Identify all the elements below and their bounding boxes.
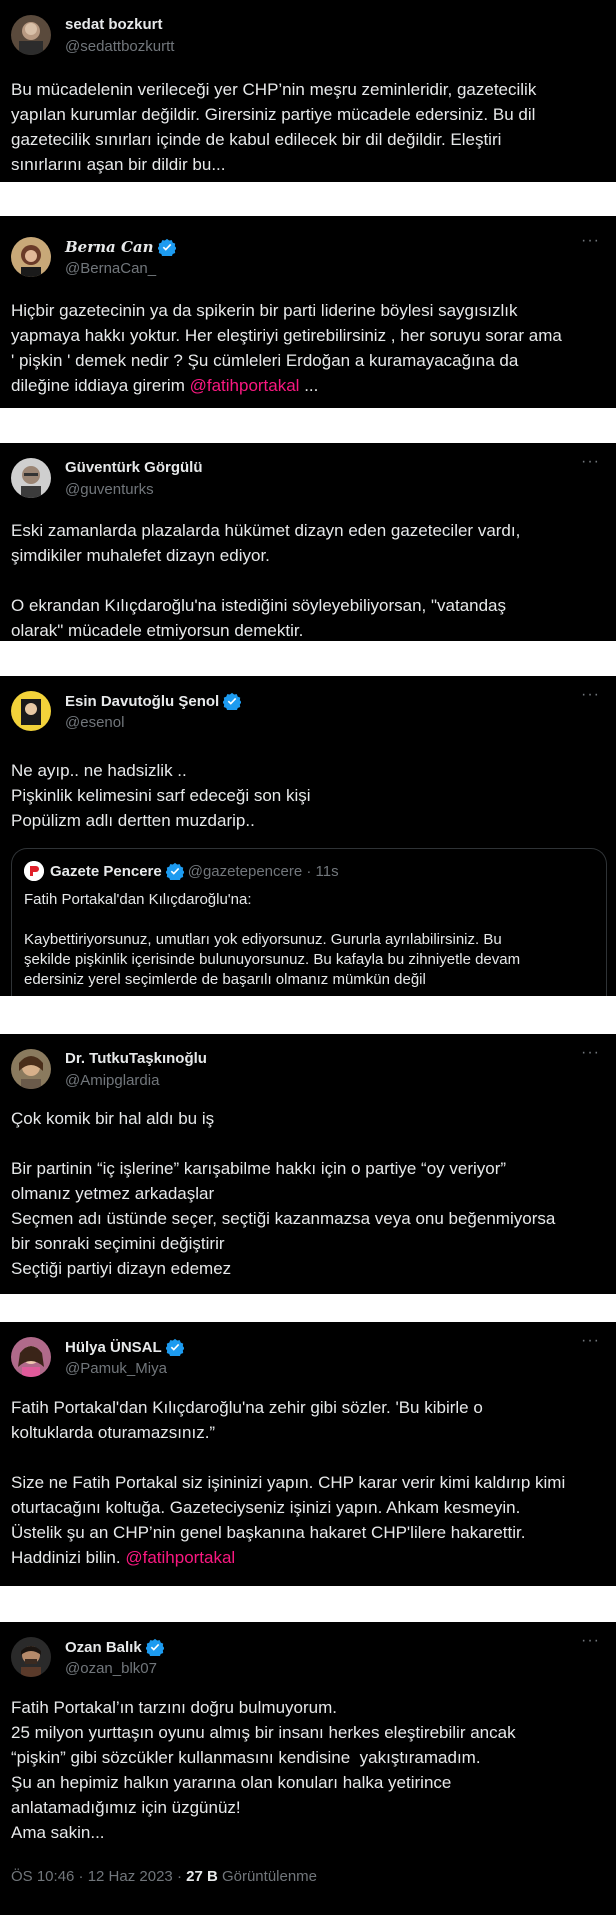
verified-badge-icon [165, 1338, 184, 1356]
mention-link[interactable]: @fatihportakal [125, 1548, 235, 1567]
avatar[interactable] [11, 237, 51, 277]
tweet-text: Eski zamanlarda plazalarda hükümet dizay… [11, 521, 521, 640]
tweet-card[interactable]: Ozan Balık @ozan_blk07 ··· Fatih Portaka… [0, 1622, 616, 1915]
view-count-label: Görüntülenme [217, 1868, 318, 1885]
more-options-icon[interactable]: ··· [581, 1632, 600, 1650]
author-name[interactable]: Güventürk Görgülü [65, 459, 203, 476]
tweet-card[interactable]: Dr. TutkuTaşkınoğlu @Amipglardia ··· Çok… [0, 1034, 616, 1294]
more-options-icon[interactable]: ··· [581, 686, 600, 704]
quoted-tweet-header: Gazete Pencere @gazetepencere · 11s [24, 861, 339, 881]
view-count: 27 B [186, 1868, 218, 1885]
author-handle[interactable]: @Amipglardia [65, 1072, 159, 1089]
author-name[interactable]: Ozan Balık [65, 1638, 164, 1656]
author-name[interactable]: Esin Davutoğlu Şenol [65, 692, 242, 710]
more-options-icon[interactable]: ··· [581, 453, 600, 471]
tweet-card[interactable]: Hülya ÜNSAL @Pamuk_Miya ··· Fatih Portak… [0, 1322, 616, 1586]
author-name[interactable]: Hülya ÜNSAL [65, 1338, 184, 1356]
quoted-author-handle[interactable]: @gazetepencere · 11s [188, 863, 339, 880]
quoted-tweet[interactable]: Gazete Pencere @gazetepencere · 11s Fati… [11, 848, 607, 996]
verified-badge-icon [165, 862, 184, 880]
tweet-card[interactable]: sedat bozkurt @sedattbozkurtt Bu mücadel… [0, 0, 616, 182]
tweet-text: Ne ayıp.. ne hadsizlik .. Pişkinlik keli… [11, 761, 311, 830]
tweet-timestamp[interactable]: ÖS 10:46 · 12 Haz 2023 · [11, 1868, 186, 1885]
author-handle[interactable]: @esenol [65, 714, 124, 731]
avatar[interactable] [11, 15, 51, 55]
gazete-pencere-logo-icon [24, 861, 44, 881]
author-name[interactable]: Dr. TutkuTaşkınoğlu [65, 1050, 207, 1067]
avatar[interactable] [11, 1337, 51, 1377]
author-name[interactable]: sedat bozkurt [65, 16, 163, 33]
author-handle[interactable]: @guventurks [65, 481, 154, 498]
author-handle[interactable]: @ozan_blk07 [65, 1660, 157, 1677]
verified-badge-icon [157, 238, 176, 256]
verified-badge-icon [145, 1638, 164, 1656]
avatar[interactable] [11, 691, 51, 731]
avatar[interactable] [11, 458, 51, 498]
mention-link[interactable]: @fatihportakal [190, 376, 300, 395]
author-handle[interactable]: @sedattbozkurtt [65, 38, 174, 55]
avatar[interactable] [11, 1049, 51, 1089]
avatar[interactable] [11, 1637, 51, 1677]
tweet-meta: ÖS 10:46 · 12 Haz 2023 · 27 B Görüntülen… [11, 1868, 317, 1885]
tweet-card[interactable]: Esin Davutoğlu Şenol @esenol ··· Ne ayıp… [0, 676, 616, 996]
author-handle[interactable]: @Pamuk_Miya [65, 1360, 167, 1377]
tweet-text: Bu mücadelenin verileceği yer CHP’nin me… [11, 80, 537, 174]
author-name[interactable]: Berna Can [65, 238, 176, 256]
tweet-card[interactable]: Berna Can @BernaCan_ ··· Hiçbir gazeteci… [0, 216, 616, 408]
quoted-author-name[interactable]: Gazete Pencere [50, 863, 162, 880]
tweet-card[interactable]: Güventürk Görgülü @guventurks ··· Eski z… [0, 443, 616, 641]
tweet-text: Hiçbir gazetecinin ya da spikerin bir pa… [11, 301, 562, 395]
verified-badge-icon [223, 692, 242, 710]
tweet-text: Fatih Portakal'dan Kılıçdaroğlu'na zehir… [11, 1398, 566, 1567]
tweet-text: Çok komik bir hal aldı bu iş Bir partini… [11, 1109, 556, 1278]
quoted-tweet-text: Fatih Portakal'dan Kılıçdaroğlu'na: Kayb… [24, 891, 521, 988]
more-options-icon[interactable]: ··· [581, 1332, 600, 1350]
more-options-icon[interactable]: ··· [581, 1044, 600, 1062]
more-options-icon[interactable]: ··· [581, 232, 600, 250]
tweet-text: Fatih Portakal’ın tarzını doğru bulmuyor… [11, 1698, 516, 1842]
author-handle[interactable]: @BernaCan_ [65, 260, 156, 277]
